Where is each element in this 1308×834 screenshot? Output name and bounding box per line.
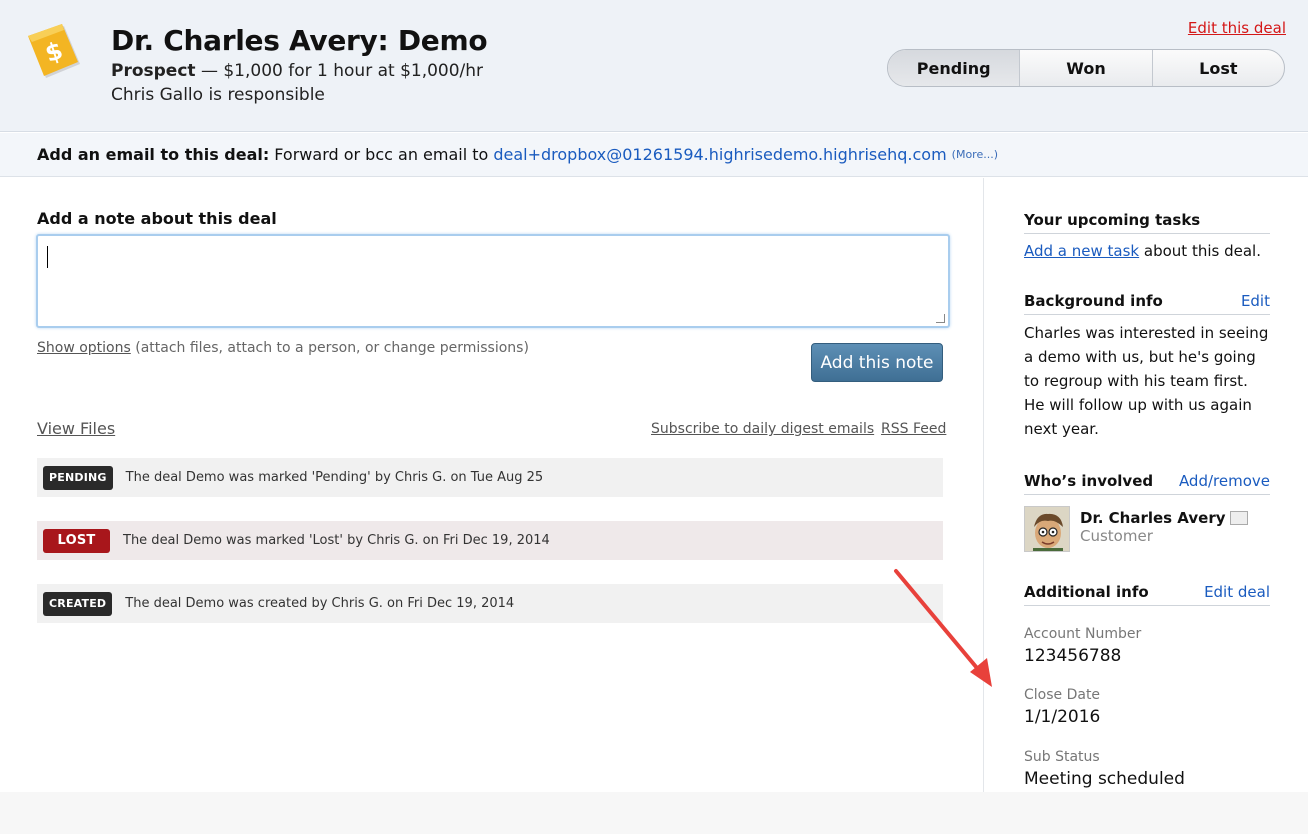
background-heading: Background info Edit <box>1024 292 1270 315</box>
edit-background-link[interactable]: Edit <box>1241 292 1270 310</box>
tasks-heading-label: Your upcoming tasks <box>1024 211 1201 229</box>
main-content: Add a note about this deal Show options … <box>0 178 984 792</box>
account-number-label: Account Number <box>1024 626 1142 642</box>
person-avatar-icon <box>1025 507 1069 551</box>
note-options: Show options (attach files, attach to a … <box>37 340 529 356</box>
view-files-link[interactable]: View Files <box>37 419 115 438</box>
status-lost-button[interactable]: Lost <box>1153 50 1284 86</box>
person-name-text[interactable]: Dr. Charles Avery <box>1080 509 1226 527</box>
note-textarea[interactable] <box>36 234 950 328</box>
close-date-label: Close Date <box>1024 687 1101 703</box>
avatar[interactable] <box>1024 506 1070 552</box>
text-caret <box>47 246 48 268</box>
deal-amount: — $1,000 for 1 hour at $1,000/hr <box>195 61 484 81</box>
annotation-arrow-icon <box>894 569 992 687</box>
deal-header: $ Dr. Charles Avery: Demo Prospect — $1,… <box>0 0 1308 132</box>
activity-text: The deal Demo was created by Chris G. on… <box>125 596 515 611</box>
deal-responsible: Chris Gallo is responsible <box>111 85 325 105</box>
add-task-suffix: about this deal. <box>1139 242 1261 260</box>
deal-title: Dr. Charles Avery: Demo <box>111 24 488 57</box>
additional-heading-label: Additional info <box>1024 583 1149 601</box>
deal-status-toggle: Pending Won Lost <box>887 49 1285 87</box>
person-role: Customer <box>1080 527 1153 545</box>
background-text: Charles was interested in seeing a demo … <box>1024 324 1269 438</box>
email-bar-label: Add an email to this deal: <box>37 145 270 164</box>
activity-item: LOST The deal Demo was marked 'Lost' by … <box>37 521 943 560</box>
status-pending-button[interactable]: Pending <box>888 50 1021 86</box>
edit-deal-link[interactable]: Edit this deal <box>1188 19 1286 37</box>
activity-text: The deal Demo was marked 'Lost' by Chris… <box>123 533 550 548</box>
note-heading: Add a note about this deal <box>37 209 277 228</box>
rss-feed-link[interactable]: RSS Feed <box>881 421 946 437</box>
resize-grip-icon[interactable] <box>936 314 945 323</box>
sub-status-value: Meeting scheduled <box>1024 769 1185 789</box>
add-note-button[interactable]: Add this note <box>811 343 943 382</box>
account-number-value: 123456788 <box>1024 646 1122 666</box>
close-date-value: 1/1/2016 <box>1024 707 1101 727</box>
status-badge: PENDING <box>43 465 113 490</box>
vcard-icon[interactable] <box>1229 511 1248 525</box>
activity-item: CREATED The deal Demo was created by Chr… <box>37 584 943 623</box>
show-options-link[interactable]: Show options <box>37 340 131 356</box>
options-hint: (attach files, attach to a person, or ch… <box>130 340 529 356</box>
subscribe-digest-link[interactable]: Subscribe to daily digest emails <box>651 421 874 437</box>
dollar-tag-icon: $ <box>28 24 80 78</box>
status-won-button[interactable]: Won <box>1020 50 1153 86</box>
dropbox-address-link[interactable]: deal+dropbox@01261594.highrisedemo.highr… <box>493 145 946 164</box>
activity-item: PENDING The deal Demo was marked 'Pendin… <box>37 458 943 497</box>
involved-person[interactable]: Dr. Charles Avery Customer <box>1024 506 1248 552</box>
deal-summary: Prospect — $1,000 for 1 hour at $1,000/h… <box>111 61 483 81</box>
tasks-text: Add a new task about this deal. <box>1024 239 1261 263</box>
email-bar-text: Forward or bcc an email to <box>274 145 489 164</box>
more-link[interactable]: (More...) <box>952 148 998 161</box>
tasks-heading: Your upcoming tasks <box>1024 211 1270 234</box>
involved-heading: Who’s involved Add/remove <box>1024 472 1270 495</box>
add-remove-link[interactable]: Add/remove <box>1179 472 1270 490</box>
person-name: Dr. Charles Avery <box>1080 509 1248 527</box>
status-badge: CREATED <box>43 591 113 616</box>
page-footer <box>0 792 1308 834</box>
activity-text: The deal Demo was marked 'Pending' by Ch… <box>125 470 544 485</box>
deal-stage: Prospect <box>111 61 196 81</box>
background-heading-label: Background info <box>1024 292 1163 310</box>
additional-heading: Additional info Edit deal <box>1024 583 1270 606</box>
add-task-link[interactable]: Add a new task <box>1024 242 1139 260</box>
involved-heading-label: Who’s involved <box>1024 472 1154 490</box>
status-badge: LOST <box>43 528 110 553</box>
sub-status-label: Sub Status <box>1024 749 1100 765</box>
email-dropbox-bar: Add an email to this deal: Forward or bc… <box>0 133 1308 177</box>
edit-additional-link[interactable]: Edit deal <box>1204 583 1270 601</box>
